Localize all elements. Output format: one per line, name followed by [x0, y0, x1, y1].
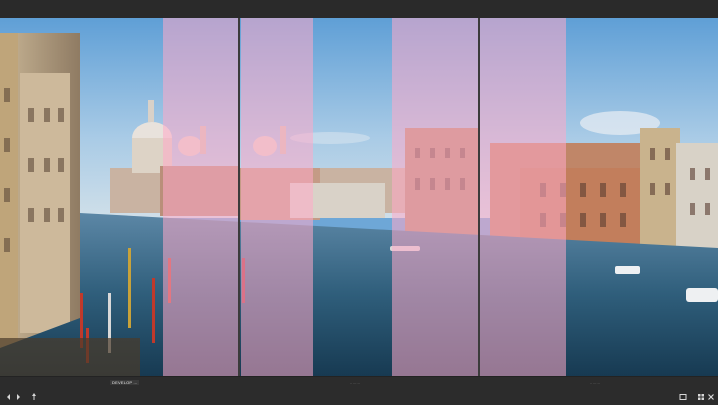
pin-icon[interactable] [29, 392, 39, 402]
panel-label-2[interactable]: ........ [350, 380, 361, 385]
bottom-toolbar: DEVELOP ... ........ ........ [0, 376, 718, 405]
image-viewer[interactable] [0, 18, 718, 376]
highlight-strip [241, 18, 313, 376]
panel-divider[interactable] [478, 18, 480, 376]
arrow-right-icon[interactable] [13, 392, 23, 402]
panel-label-3[interactable]: ........ [590, 380, 601, 385]
venice-canal-photo [0, 18, 718, 376]
panel-divider[interactable] [238, 18, 240, 376]
grid-view-icon[interactable] [696, 392, 706, 402]
compare-icon[interactable] [678, 392, 688, 402]
highlight-strip [480, 18, 566, 376]
highlight-strip [163, 18, 239, 376]
close-icon[interactable] [706, 392, 716, 402]
panel-label-1[interactable]: DEVELOP ... [110, 380, 140, 385]
highlight-strip [392, 18, 478, 376]
top-toolbar [0, 0, 718, 18]
